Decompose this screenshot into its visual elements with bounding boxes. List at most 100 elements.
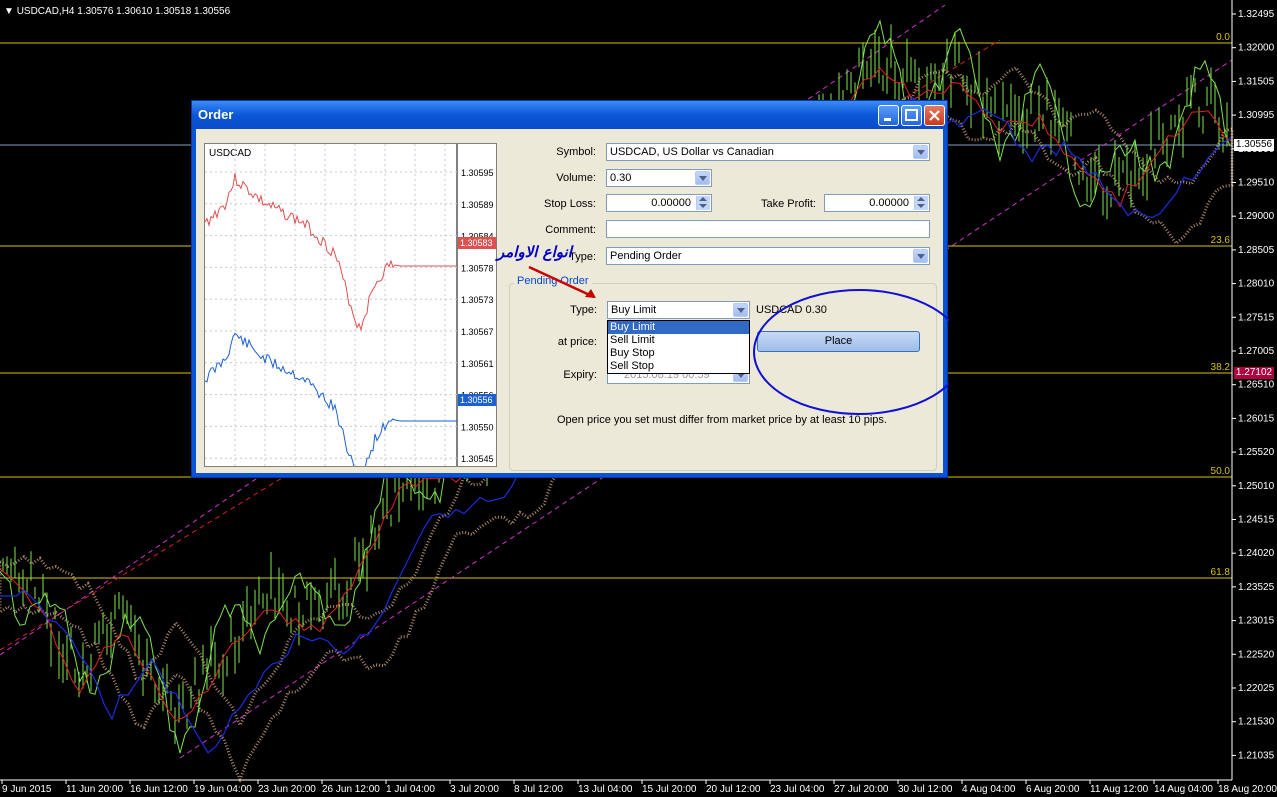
time-axis-label: 16 Jun 12:00 [130, 784, 188, 795]
spinner-icon[interactable] [696, 196, 710, 210]
stop-loss-input[interactable]: 0.00000 [606, 194, 712, 212]
take-profit-input[interactable]: 0.00000 [824, 194, 930, 212]
pending-type-dropdown-list[interactable]: Buy Limit Sell Limit Buy Stop Sell Stop [607, 320, 750, 374]
symbol-value: USDCAD, US Dollar vs Canadian [610, 146, 774, 158]
maximize-button[interactable] [901, 105, 922, 126]
stop-loss-value: 0.00000 [651, 197, 691, 209]
symbol-label: Symbol: [556, 146, 596, 158]
chevron-down-icon[interactable] [695, 171, 710, 185]
price-axis-label: 1.26015 [1238, 413, 1275, 424]
fib-level-label: 38.2 [1211, 362, 1231, 373]
spinner-icon[interactable] [914, 196, 928, 210]
tick-axis-label: 1.30545 [461, 454, 494, 464]
time-axis-label: 9 Jun 2015 [2, 784, 52, 795]
time-axis-label: 19 Jun 04:00 [194, 784, 252, 795]
order-titlebar[interactable]: Order [192, 101, 947, 129]
place-button[interactable]: Place [757, 331, 920, 352]
pending-order-title: Pending Order [514, 275, 592, 287]
chart-header: ▼ USDCAD,H4 1.30576 1.30610 1.30518 1.30… [4, 6, 230, 17]
volume-value: 0.30 [610, 172, 632, 184]
tick-axis-label: 1.30567 [461, 327, 494, 337]
symbol-select[interactable]: USDCAD, US Dollar vs Canadian [606, 143, 930, 161]
time-axis-label: 8 Jul 12:00 [514, 784, 563, 795]
price-axis-label: 1.29000 [1238, 211, 1275, 222]
price-axis-label: 1.25010 [1238, 481, 1275, 492]
time-axis-label: 23 Jul 04:00 [770, 784, 825, 795]
price-axis-label: 1.32000 [1238, 43, 1275, 54]
tick-axis-label: 1.30561 [461, 359, 494, 369]
level-price-tag: 1.27102 [1234, 367, 1274, 379]
time-axis-label: 4 Aug 04:00 [962, 784, 1016, 795]
price-axis-label: 1.27515 [1238, 312, 1275, 323]
option-sell-stop[interactable]: Sell Stop [608, 360, 749, 373]
tick-chart-canvas: 1.305951.305891.305841.305781.305731.305… [205, 144, 496, 466]
tick-chart: USDCAD 1.30595 1.30589 1.30584 1.30578 1.305… [204, 143, 497, 467]
time-axis-label: 23 Jun 20:00 [258, 784, 316, 795]
expiry-label: Expiry: [563, 369, 597, 381]
price-axis-label: 1.32495 [1238, 9, 1275, 20]
at-price-label: at price: [557, 336, 597, 348]
time-axis-label: 11 Jun 20:00 [66, 784, 124, 795]
stop-loss-label: Stop Loss: [544, 198, 596, 210]
price-axis-label: 1.27005 [1238, 346, 1275, 357]
tick-axis-label: 1.30550 [461, 422, 494, 432]
time-axis-label: 3 Jul 20:00 [450, 784, 499, 795]
time-axis-label: 15 Jul 20:00 [642, 784, 697, 795]
chevron-down-icon[interactable] [913, 145, 928, 159]
tick-axis-label: 1.30578 [461, 263, 494, 273]
time-axis-label: 1 Jul 04:00 [386, 784, 435, 795]
time-axis-label: 27 Jul 20:00 [834, 784, 889, 795]
close-icon [929, 110, 940, 121]
pending-info: USDCAD 0.30 [756, 304, 827, 316]
chart-symbol-info: USDCAD,H4 1.30576 1.30610 1.30518 1.3055… [16, 6, 231, 17]
fib-level-label: 23.6 [1211, 235, 1231, 246]
price-distance-note: Open price you set must differ from mark… [557, 414, 887, 426]
price-axis-label: 1.25520 [1238, 447, 1275, 458]
order-type-select[interactable]: Pending Order [606, 247, 930, 265]
pending-type-label: Type: [570, 304, 597, 316]
price-axis-label: 1.23525 [1238, 582, 1275, 593]
volume-select[interactable]: 0.30 [606, 169, 712, 187]
time-axis: 9 Jun 2015 11 Jun 20:00 16 Jun 12:00 19 Jun… [1, 780, 1277, 795]
price-axis-label: 1.24515 [1238, 515, 1275, 526]
chevron-down-icon[interactable] [913, 249, 928, 263]
pending-type-select[interactable]: Buy Limit [607, 301, 750, 319]
option-buy-stop[interactable]: Buy Stop [608, 347, 749, 360]
dropdown-arrow-icon[interactable]: ▼ [4, 6, 14, 17]
annotation-text: انواع الاوامر [497, 243, 572, 261]
maximize-icon [905, 109, 918, 121]
price-axis-label: 1.30995 [1238, 110, 1275, 121]
price-axis-label: 1.28010 [1238, 279, 1275, 290]
fib-level-label: 50.0 [1211, 466, 1231, 477]
fib-level-label: 0.0 [1216, 32, 1230, 43]
price-axis-label: 1.31505 [1238, 76, 1275, 87]
option-sell-limit[interactable]: Sell Limit [608, 334, 749, 347]
tick-ask-tag: 1.30556 [460, 395, 493, 405]
order-dialog-body: USDCAD 1.30595 1.30589 1.30584 1.30578 1.305… [196, 129, 949, 473]
fib-level-label: 61.8 [1211, 567, 1231, 578]
option-buy-limit[interactable]: Buy Limit [608, 321, 749, 334]
time-axis-label: 6 Aug 20:00 [1026, 784, 1080, 795]
tick-axis-label: 1.30595 [461, 168, 494, 178]
comment-label: Comment: [545, 224, 596, 236]
price-axis-label: 1.24020 [1238, 548, 1275, 559]
time-axis-label: 20 Jul 12:00 [706, 784, 761, 795]
close-button[interactable] [924, 105, 945, 126]
time-axis-label: 26 Jun 12:00 [322, 784, 380, 795]
price-axis-label: 1.28505 [1238, 245, 1275, 256]
time-axis-label: 18 Aug 20:00 [1218, 784, 1277, 795]
order-window-title: Order [198, 107, 234, 122]
chevron-down-icon[interactable] [733, 303, 748, 317]
minimize-button[interactable] [878, 105, 899, 126]
minimize-icon [884, 118, 891, 121]
order-window[interactable]: Order USDCAD 1.30595 1.30589 1.30584 1.3057… [191, 100, 949, 478]
time-axis-label: 13 Jul 04:00 [578, 784, 633, 795]
comment-input[interactable] [606, 220, 930, 238]
price-axis: 1.324951.320001.315051.309951.305001.295… [1232, 9, 1275, 761]
tick-bid-tag: 1.30583 [460, 238, 493, 248]
tick-bid-line [205, 173, 457, 332]
price-axis-label: 1.23015 [1238, 616, 1275, 627]
price-axis-label: 1.22025 [1238, 683, 1275, 694]
price-axis-label: 1.21035 [1238, 750, 1275, 761]
price-axis-label: 1.22520 [1238, 649, 1275, 660]
